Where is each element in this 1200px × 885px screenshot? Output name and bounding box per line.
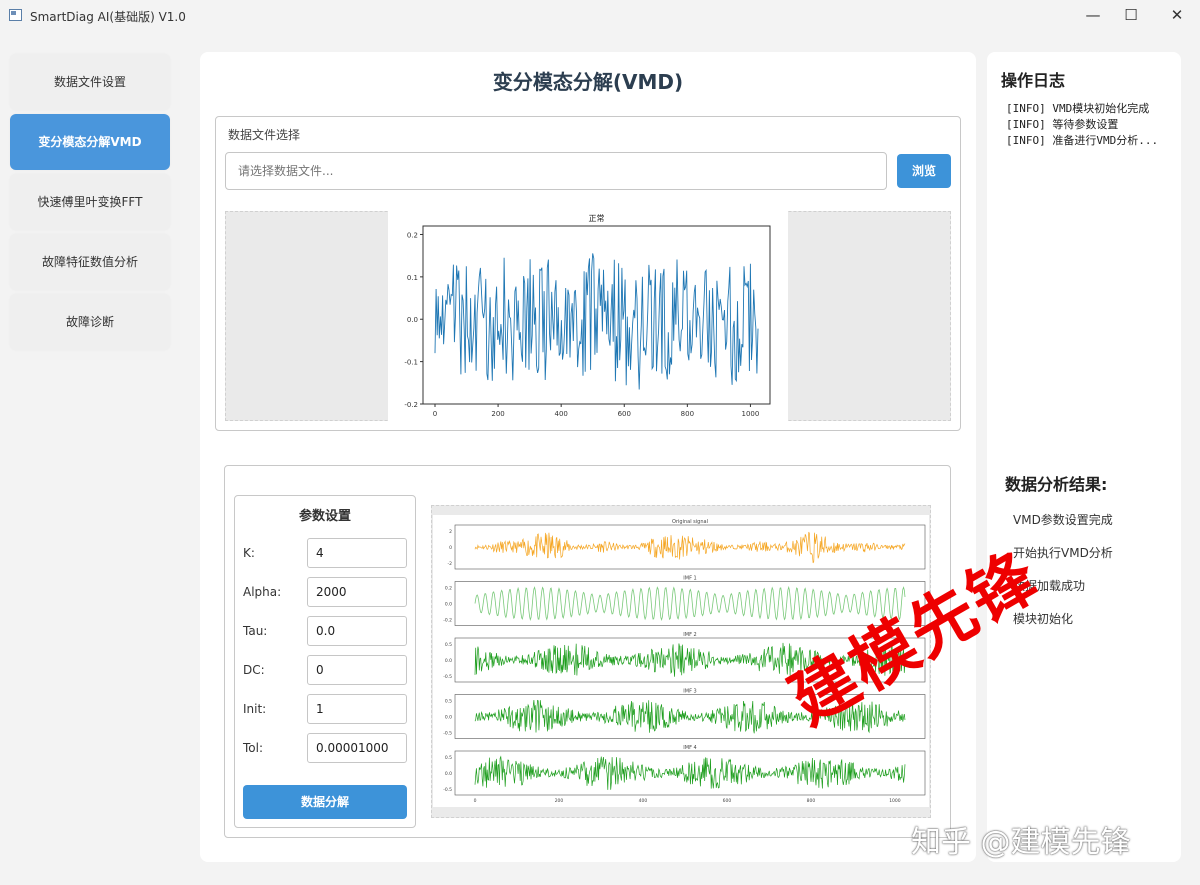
param-init-label: Init: [243, 702, 267, 716]
log-panel [987, 52, 1181, 862]
x-tick-label: 1000 [889, 798, 901, 804]
panel-y-label: 2 [449, 529, 452, 535]
window-title: SmartDiag AI(基础版) V1.0 [30, 10, 186, 24]
panel-y-label: 0.5 [445, 755, 452, 761]
panel-y-label: -0.2 [443, 618, 452, 624]
maximize-button[interactable]: ☐ [1116, 4, 1146, 26]
panel-title: IMF 4 [683, 745, 696, 751]
param-tau-input[interactable]: 0.0 [307, 616, 407, 646]
x-tick-label: 800 [681, 410, 694, 418]
result-item: VMD参数设置完成 [1013, 513, 1113, 527]
log-line: [INFO] VMD模块初始化完成 [1006, 102, 1150, 115]
param-alpha-label: Alpha: [243, 585, 282, 599]
param-tol-label: Tol: [243, 741, 264, 755]
imf-series [474, 531, 906, 564]
panel-y-label: -0.5 [443, 674, 452, 680]
params-title: 参数设置 [298, 509, 351, 524]
panel-y-label: 0.0 [445, 602, 452, 608]
signal-series [434, 253, 759, 390]
param-k-input[interactable]: 4 [307, 538, 407, 568]
y-tick-label: 0.0 [407, 316, 418, 324]
sidebar-item-vmd[interactable]: 变分模态分解VMD [10, 114, 170, 170]
y-tick-label: 0.1 [407, 274, 418, 282]
y-tick-label: 0.2 [407, 231, 418, 239]
y-tick-label: -0.2 [404, 401, 418, 409]
panel-y-label: 0.0 [445, 771, 452, 777]
result-item: 开始执行VMD分析 [1013, 546, 1113, 560]
signal-chart: 正常 0.2 0.1 0.0 -0.1 -0.2 0 200 400 600 800 1000 [388, 211, 788, 421]
decompose-button[interactable]: 数据分解 [243, 785, 407, 819]
file-path-input[interactable] [225, 152, 887, 190]
param-init-input[interactable]: 1 [307, 694, 407, 724]
page-title: 变分模态分解(VMD) [492, 70, 684, 94]
panel-title: IMF 1 [683, 576, 696, 582]
log-line: [INFO] 等待参数设置 [1006, 118, 1119, 131]
x-tick-label: 200 [555, 798, 564, 804]
sidebar-item-feature-analysis[interactable]: 故障特征数值分析 [10, 234, 170, 290]
x-tick-label: 1000 [742, 410, 760, 418]
x-tick-label: 0 [474, 798, 477, 804]
x-tick-label: 200 [491, 410, 504, 418]
param-tau-label: Tau: [243, 624, 268, 638]
panel-y-label: 0.0 [445, 658, 452, 664]
chart-title: 正常 [589, 214, 605, 223]
panel-y-label: -0.5 [443, 787, 452, 793]
panel-y-label: 0.2 [445, 586, 452, 592]
app-icon [9, 9, 22, 21]
imf-series [474, 585, 906, 622]
minimize-button[interactable]: — [1078, 4, 1108, 26]
x-tick-label: 800 [807, 798, 816, 804]
x-tick-label: 600 [618, 410, 631, 418]
sidebar-item-fft[interactable]: 快速傅里叶变换FFT [10, 174, 170, 230]
param-k-label: K: [243, 546, 255, 560]
x-tick-label: 600 [723, 798, 732, 804]
sidebar-item-data-file[interactable]: 数据文件设置 [10, 54, 170, 110]
sidebar-item-diagnosis[interactable]: 故障诊断 [10, 294, 170, 350]
results-title: 数据分析结果: [1005, 475, 1108, 494]
panel-y-label: 0 [449, 545, 452, 551]
x-tick-label: 400 [554, 410, 567, 418]
panel-y-label: 0.0 [445, 715, 452, 721]
panel-y-label: -0.5 [443, 731, 452, 737]
panel-y-label: 0.5 [445, 642, 452, 648]
log-line: [INFO] 准备进行VMD分析... [1006, 134, 1159, 147]
param-dc-input[interactable]: 0 [307, 655, 407, 685]
panel-y-label: 0.5 [445, 699, 452, 705]
param-alpha-input[interactable]: 2000 [307, 577, 407, 607]
x-tick-label: 0 [433, 410, 437, 418]
param-tol-input[interactable]: 0.00001000 [307, 733, 407, 763]
panel-title: Original signal [672, 519, 708, 525]
param-dc-label: DC: [243, 663, 265, 677]
title-bar: SmartDiag AI(基础版) V1.0 — ☐ ✕ [0, 0, 1200, 32]
file-group-label: 数据文件选择 [228, 128, 301, 142]
y-tick-label: -0.1 [404, 359, 418, 367]
footer-watermark: 知乎 @建模先锋 [911, 825, 1131, 860]
x-tick-label: 400 [639, 798, 648, 804]
browse-button[interactable]: 浏览 [897, 154, 951, 188]
panel-title: IMF 2 [683, 632, 696, 638]
log-title: 操作日志 [1001, 71, 1066, 90]
panel-y-label: -2 [448, 561, 453, 567]
imf-series [474, 755, 906, 790]
panel-title: IMF 3 [683, 689, 696, 695]
close-button[interactable]: ✕ [1162, 4, 1192, 26]
